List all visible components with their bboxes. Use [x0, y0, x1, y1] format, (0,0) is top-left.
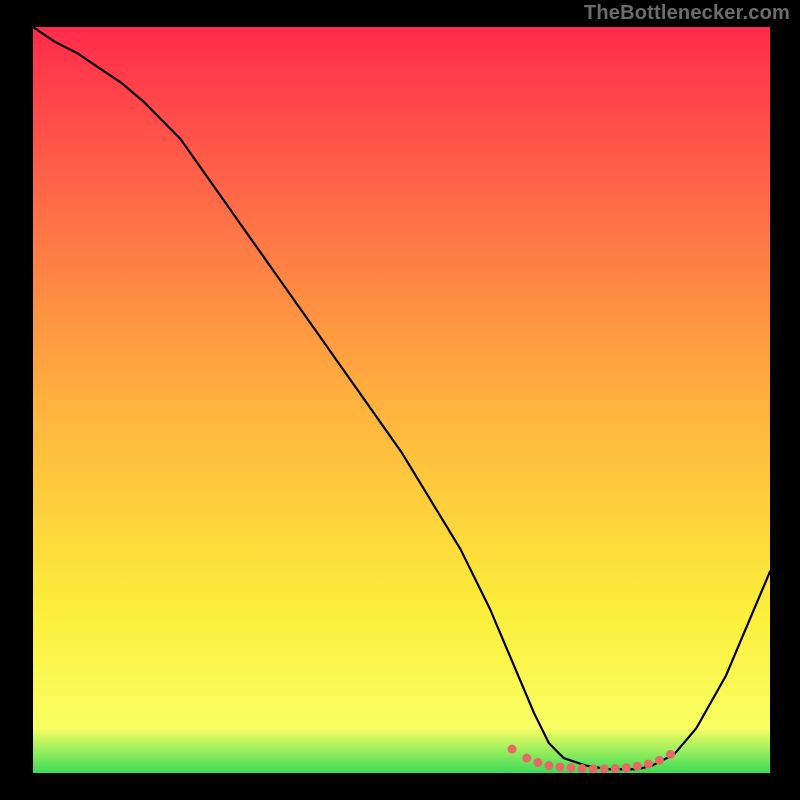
attribution-label: TheBottlenecker.com [584, 2, 790, 25]
highlight-dot [522, 754, 531, 763]
chart-frame: TheBottlenecker.com [0, 0, 800, 800]
highlight-dot [567, 763, 576, 772]
highlight-dot [644, 760, 653, 769]
highlight-dot [611, 764, 620, 773]
highlight-dot [533, 758, 542, 767]
gradient-background [33, 27, 770, 773]
highlight-dot [508, 745, 517, 754]
highlight-dot [544, 761, 553, 770]
highlight-dot [578, 764, 587, 773]
bottleneck-chart [0, 0, 800, 800]
highlight-dot [633, 762, 642, 771]
highlight-dot [655, 756, 664, 765]
highlight-dot [589, 764, 598, 773]
highlight-dot [600, 764, 609, 773]
highlight-dot [622, 763, 631, 772]
highlight-dot [666, 750, 675, 759]
highlight-dot [555, 763, 564, 772]
